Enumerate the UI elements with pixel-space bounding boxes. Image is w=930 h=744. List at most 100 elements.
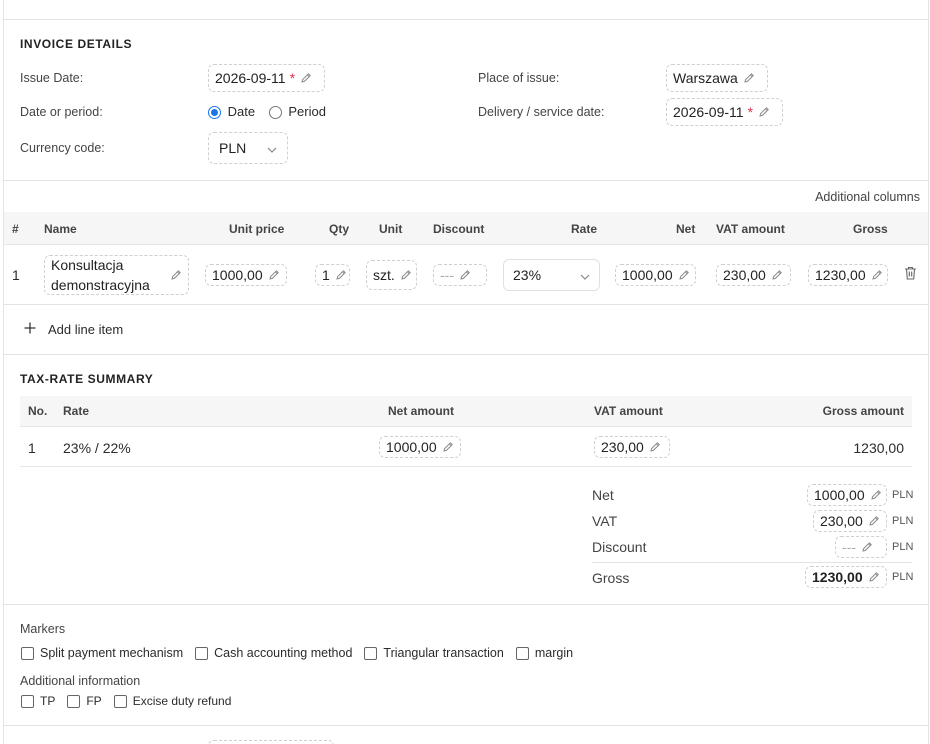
fp-checkbox[interactable] bbox=[67, 694, 81, 708]
line-item-name-field[interactable]: Konsultacja demonstracyjna bbox=[44, 255, 189, 295]
total-gross-label: Gross bbox=[592, 570, 630, 586]
pencil-icon[interactable] bbox=[170, 269, 182, 281]
discount-field[interactable]: --- bbox=[433, 264, 487, 286]
col-header-rate: Rate bbox=[571, 222, 598, 236]
date-radio[interactable] bbox=[208, 106, 221, 120]
divider bbox=[3, 180, 929, 181]
net-field[interactable]: 1000,00 bbox=[615, 264, 696, 286]
period-radio[interactable] bbox=[268, 106, 282, 120]
split-payment-checkbox[interactable] bbox=[21, 646, 34, 660]
rate-select[interactable]: 23% bbox=[503, 259, 600, 291]
invoice-details-title: INVOICE DETAILS bbox=[20, 37, 133, 51]
required-mark: * bbox=[289, 70, 296, 86]
chevron-down-icon bbox=[580, 267, 590, 283]
total-discount-field[interactable]: --- bbox=[835, 536, 887, 558]
col-header-net: Net bbox=[676, 222, 696, 236]
unit-price-field[interactable]: 1000,00 bbox=[205, 264, 287, 286]
vat-amount-value: 230,00 bbox=[723, 267, 766, 283]
col-header-gross: Gross bbox=[853, 222, 888, 236]
tp-label: TP bbox=[40, 694, 56, 708]
pencil-icon[interactable] bbox=[871, 269, 883, 281]
currency-select[interactable]: PLN bbox=[208, 132, 288, 164]
total-net-field[interactable]: 1000,00 bbox=[807, 484, 887, 506]
pencil-icon[interactable] bbox=[870, 489, 882, 501]
currency-label: Currency code: bbox=[20, 141, 105, 155]
pencil-icon[interactable] bbox=[771, 269, 783, 281]
divider bbox=[592, 562, 912, 563]
date-period-radio-group: Date Period bbox=[208, 104, 326, 120]
additional-columns-link[interactable]: Additional columns bbox=[815, 190, 920, 204]
qty-value: 1 bbox=[322, 267, 330, 283]
col-header-qty: Qty bbox=[329, 222, 350, 236]
rate-value: 23% bbox=[513, 267, 542, 283]
divider bbox=[3, 304, 929, 305]
gross-field[interactable]: 1230,00 bbox=[808, 264, 888, 286]
col-header-discount: Discount bbox=[433, 222, 485, 236]
excise-duty-refund-checkbox[interactable] bbox=[113, 694, 127, 708]
trash-icon[interactable] bbox=[904, 266, 917, 283]
net-value: 1000,00 bbox=[622, 267, 673, 283]
cash-accounting-label: Cash accounting method bbox=[214, 646, 353, 660]
tax-row-net-field[interactable]: 1000,00 bbox=[379, 436, 461, 458]
margin-label: margin bbox=[534, 646, 574, 660]
additional-info-title: Additional information bbox=[20, 674, 141, 688]
pencil-icon[interactable] bbox=[649, 441, 661, 453]
markers-title: Markers bbox=[20, 622, 66, 636]
tax-col-gross: Gross amount bbox=[822, 404, 904, 418]
place-of-issue-field[interactable]: Warszawa bbox=[666, 64, 768, 92]
pencil-icon[interactable] bbox=[268, 269, 280, 281]
currency-suffix: PLN bbox=[892, 515, 914, 527]
pencil-icon[interactable] bbox=[300, 72, 312, 84]
excise-duty-refund-label: Excise duty refund bbox=[132, 694, 232, 708]
total-net-label: Net bbox=[592, 487, 614, 503]
pencil-icon[interactable] bbox=[442, 441, 454, 453]
pencil-icon[interactable] bbox=[743, 72, 755, 84]
divider bbox=[3, 354, 929, 355]
delivery-date-field[interactable]: 2026-09-11 * bbox=[666, 98, 783, 126]
total-gross-value: 1230,00 bbox=[812, 569, 863, 585]
pencil-icon[interactable] bbox=[459, 269, 471, 281]
divider bbox=[3, 604, 929, 605]
col-header-name: Name bbox=[44, 222, 77, 236]
tax-row-no: 1 bbox=[28, 440, 36, 456]
vat-amount-field[interactable]: 230,00 bbox=[716, 264, 791, 286]
tax-col-net: Net amount bbox=[388, 404, 454, 418]
tax-summary-header bbox=[20, 396, 912, 427]
col-header-unit-price: Unit price bbox=[229, 222, 285, 236]
period-radio-label: Period bbox=[288, 104, 326, 119]
total-vat-value: 230,00 bbox=[820, 513, 863, 529]
tax-col-vat: VAT amount bbox=[594, 404, 663, 418]
pencil-icon[interactable] bbox=[678, 269, 690, 281]
currency-suffix: PLN bbox=[892, 541, 914, 553]
total-net-value: 1000,00 bbox=[814, 487, 865, 503]
gross-value: 1230,00 bbox=[815, 267, 866, 283]
add-line-item-button[interactable]: Add line item bbox=[24, 322, 123, 337]
tp-checkbox[interactable] bbox=[21, 694, 34, 708]
pencil-icon[interactable] bbox=[868, 515, 880, 527]
pencil-icon[interactable] bbox=[335, 269, 347, 281]
tax-row-rate: 23% / 22% bbox=[63, 440, 131, 456]
fp-label: FP bbox=[86, 694, 102, 708]
col-header-unit: Unit bbox=[379, 222, 403, 236]
place-of-issue-label: Place of issue: bbox=[478, 71, 560, 85]
delivery-date-value: 2026-09-11 bbox=[673, 104, 744, 120]
line-item-no: 1 bbox=[12, 267, 20, 283]
unit-field[interactable]: szt. bbox=[366, 260, 417, 290]
total-gross-field[interactable]: 1230,00 bbox=[805, 566, 887, 588]
pencil-icon[interactable] bbox=[868, 571, 880, 583]
cash-accounting-checkbox[interactable] bbox=[195, 646, 209, 660]
line-item-name-line1: Konsultacja bbox=[51, 257, 124, 273]
delivery-date-label: Delivery / service date: bbox=[478, 105, 605, 119]
pencil-icon[interactable] bbox=[758, 106, 770, 118]
qty-field[interactable]: 1 bbox=[315, 264, 350, 286]
partial-field[interactable] bbox=[208, 740, 334, 744]
total-vat-field[interactable]: 230,00 bbox=[813, 510, 887, 532]
tax-row-vat-field[interactable]: 230,00 bbox=[594, 436, 670, 458]
issue-date-field[interactable]: 2026-09-11 * bbox=[208, 64, 325, 92]
pencil-icon[interactable] bbox=[400, 269, 412, 281]
pencil-icon[interactable] bbox=[861, 541, 873, 553]
triangular-transaction-checkbox[interactable] bbox=[364, 646, 378, 660]
margin-checkbox[interactable] bbox=[515, 646, 529, 660]
tax-summary-title: TAX-RATE SUMMARY bbox=[20, 372, 154, 386]
currency-value: PLN bbox=[219, 140, 247, 156]
